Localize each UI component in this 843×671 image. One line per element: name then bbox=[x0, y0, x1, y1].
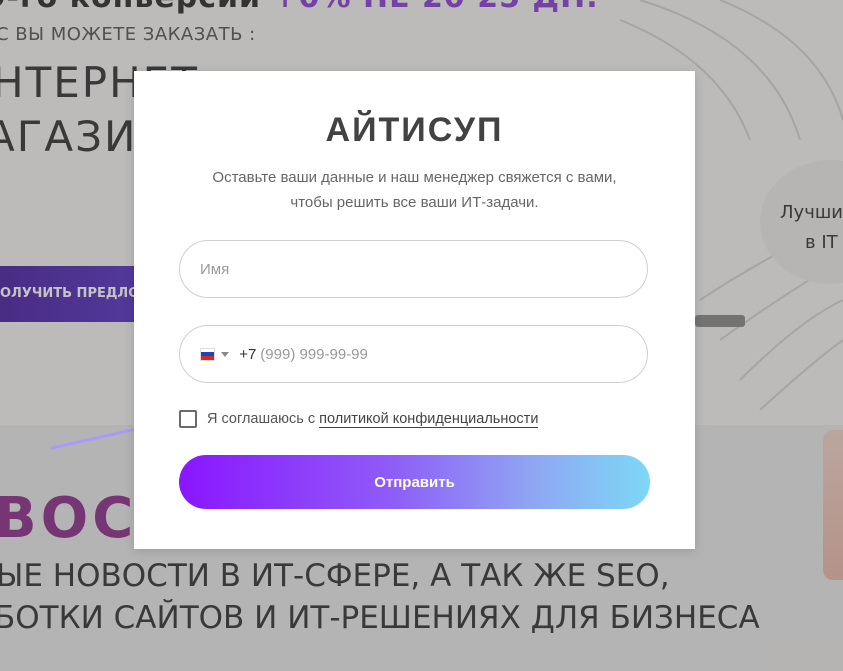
name-field-wrapper bbox=[179, 240, 648, 298]
privacy-policy-link[interactable]: политикой конфиденциальности bbox=[319, 411, 539, 428]
russia-flag-icon[interactable] bbox=[200, 347, 216, 361]
modal-description: Оставьте ваши данные и наш менеджер свяж… bbox=[212, 169, 617, 211]
name-input[interactable] bbox=[180, 259, 647, 279]
submit-button[interactable]: Отправить bbox=[179, 455, 650, 509]
phone-field-wrapper: +7 bbox=[179, 325, 648, 383]
phone-input[interactable] bbox=[256, 344, 647, 364]
consent-row: Я соглашаюсь с политикой конфиденциально… bbox=[179, 410, 539, 428]
modal-title: АЙТИСУП bbox=[325, 111, 504, 149]
chevron-down-icon[interactable] bbox=[221, 351, 230, 357]
consent-text: Я соглашаюсь с bbox=[207, 411, 316, 427]
callback-modal: АЙТИСУП Оставьте ваши данные и наш менед… bbox=[134, 71, 695, 549]
consent-checkbox[interactable] bbox=[179, 410, 197, 428]
phone-country-code: +7 bbox=[239, 345, 257, 363]
